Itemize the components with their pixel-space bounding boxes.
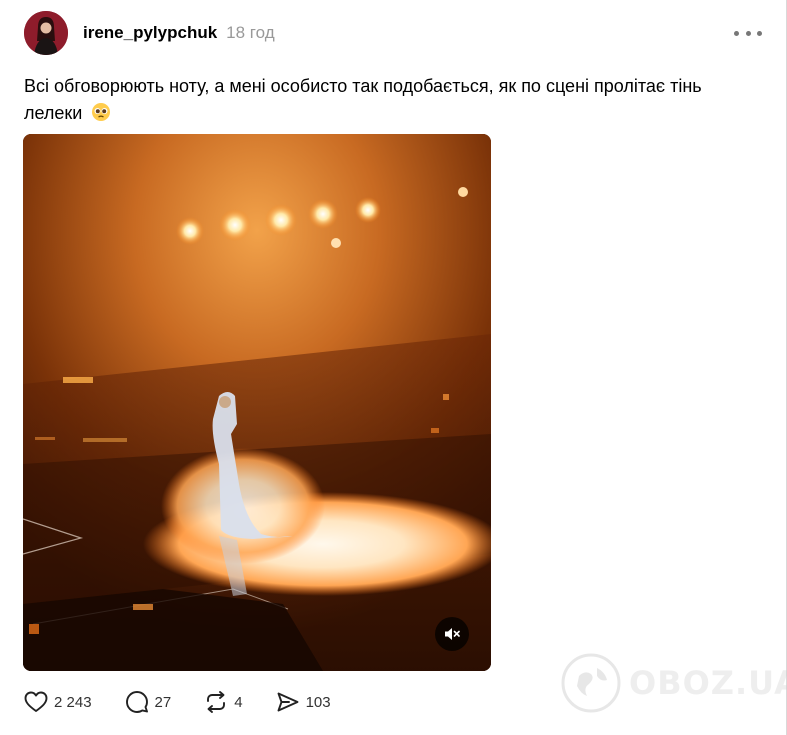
repost-button[interactable]: 4 — [204, 690, 243, 714]
watermark-text: OBOZ.UA — [629, 664, 787, 702]
pleading-face-emoji — [91, 102, 111, 130]
repost-count: 4 — [234, 693, 243, 711]
comment-count: 27 — [154, 693, 172, 711]
post-video[interactable] — [23, 134, 491, 671]
post-actions: 2 243 27 4 103 — [24, 689, 364, 715]
like-count: 2 243 — [54, 693, 92, 711]
heart-icon — [24, 691, 48, 713]
share-count: 103 — [305, 693, 331, 711]
username[interactable]: irene_pylypchuk — [83, 23, 217, 43]
mute-toggle-button[interactable] — [435, 617, 469, 651]
post-time: 18 год — [226, 23, 275, 42]
more-horizontal-icon — [734, 30, 739, 36]
post-header: irene_pylypchuk 18 год — [24, 11, 762, 55]
post-caption: Всі обговорюють ноту, а мені особисто та… — [24, 73, 754, 130]
repost-arrows-icon — [204, 690, 228, 714]
speaker-muted-icon — [445, 628, 460, 640]
send-arrow-icon — [276, 691, 300, 713]
concert-stage-video-frame — [23, 134, 491, 671]
speech-bubble-icon — [125, 690, 149, 714]
caption-text: Всі обговорюють ноту, а мені особисто та… — [24, 76, 702, 123]
comment-button[interactable]: 27 — [125, 690, 172, 714]
more-options-button[interactable] — [734, 21, 762, 45]
globe-logo-icon — [561, 653, 621, 713]
thread-post: irene_pylypchuk 18 год Всі обговорюють н… — [0, 0, 787, 735]
oboz-watermark: OBOZ.UA — [561, 652, 787, 714]
avatar[interactable] — [24, 11, 68, 55]
like-button[interactable]: 2 243 — [24, 691, 92, 713]
share-button[interactable]: 103 — [276, 691, 331, 713]
